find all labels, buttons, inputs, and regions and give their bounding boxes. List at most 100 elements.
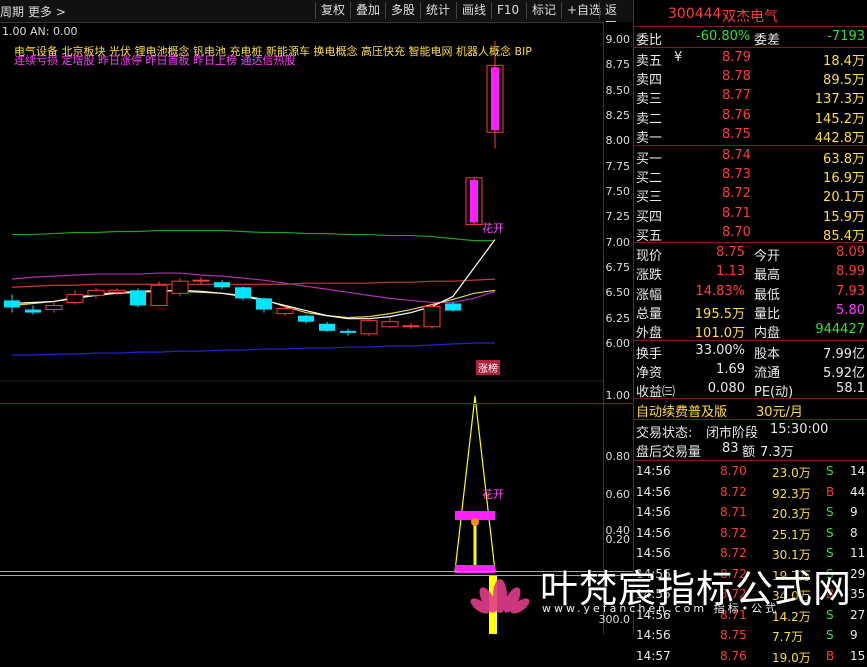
- bid-price: 8.74: [722, 148, 751, 163]
- volume-bar: [489, 575, 497, 634]
- candle-body: [381, 321, 399, 328]
- fuquan-button[interactable]: 复权: [315, 2, 350, 19]
- price-tick-label: 7.00: [605, 235, 631, 249]
- candle-body: [470, 179, 478, 223]
- trade-status: 闭市阶段: [706, 426, 759, 441]
- stats-button[interactable]: 统计: [420, 2, 455, 19]
- weibi-row: 委比 -60.80% 委差 -7193: [636, 29, 865, 48]
- trade-row: 14:56 8.72 25.1万 S 8: [634, 524, 867, 544]
- ask-label: 卖四: [636, 73, 663, 89]
- trade-side: S: [826, 505, 834, 519]
- promo-row[interactable]: 自动续费普及版 30元/月: [634, 400, 867, 420]
- ma-lower-line: [11, 278, 496, 288]
- kline-chart[interactable]: [0, 22, 603, 634]
- candle-body: [340, 330, 356, 333]
- stock-name: 双杰电气: [722, 9, 778, 25]
- stat-row: 涨跌 1.13 最高 8.99: [634, 263, 867, 284]
- trade-side: S: [826, 464, 834, 478]
- bid-price: 8.70: [722, 224, 751, 240]
- stat2-value-2: 7.99亿: [823, 347, 865, 362]
- f10-button[interactable]: F10: [491, 2, 524, 19]
- candle-body: [256, 298, 272, 310]
- candle-body: [423, 306, 441, 328]
- price-tick-label: 6.25: [605, 311, 631, 325]
- concepts-line-2: 连续亏损 定增股 昨日涨停 昨日首板 昨日上榜 通达信热股: [14, 54, 296, 67]
- trade-row: 14:56 8.71 14.2万 S 27: [634, 606, 867, 626]
- stat-row: 外盘 101.0万 内盘 944427: [634, 321, 867, 342]
- indicator-tick-label: 0.60: [605, 488, 631, 501]
- price-tick-label: 8.00: [605, 134, 631, 148]
- trade-row: 14:56 8.72 34.0万 B 35: [634, 585, 867, 605]
- stat2-label: 净资: [636, 366, 663, 382]
- indicator-tick-label: 300.0: [598, 613, 631, 626]
- trade-volume: 19.0万: [772, 650, 811, 665]
- stat2-value: 33.00%: [695, 343, 745, 358]
- stat2-value: 1.69: [716, 362, 745, 378]
- bid-label: 买三: [636, 190, 663, 206]
- bid-row: 买一 8.74 63.8万: [634, 147, 867, 167]
- ask-price: 8.75: [722, 126, 751, 142]
- price-tick-label: 9.00: [605, 33, 631, 46]
- trade-price: 8.72: [720, 484, 747, 499]
- price-chart-layer: [0, 41, 603, 382]
- bid-volume: 63.8万: [823, 152, 865, 167]
- trade-count: 44: [850, 484, 866, 499]
- bid-volume: 15.9万: [823, 209, 865, 225]
- trade-row: 14:56 8.75 7.7万 S 9: [634, 626, 867, 646]
- trade-time: 14:56: [636, 628, 671, 642]
- candle-body: [108, 289, 126, 293]
- candle-body: [45, 304, 63, 311]
- bid-label: 买五: [636, 228, 663, 244]
- stat2-row: 净资 1.69 流通 5.92亿: [634, 361, 867, 382]
- trade-price: 8.75: [720, 628, 747, 642]
- bid-row: 买四 8.71 15.9万: [634, 205, 867, 225]
- overlay-button[interactable]: 叠加: [350, 2, 385, 19]
- ask-label: 卖三: [636, 92, 663, 108]
- stat-label-2: 最低: [754, 287, 781, 303]
- stat-value-2: 5.80: [836, 302, 865, 318]
- candle-body: [150, 284, 168, 306]
- bid-label: 买四: [636, 209, 663, 225]
- trade-side: S: [826, 525, 834, 540]
- ask-row: 卖四 8.78 89.5万: [634, 68, 867, 89]
- multi-stock-button[interactable]: 多股: [385, 2, 420, 19]
- candle-body: [25, 309, 41, 313]
- after-hours-amt: 7.3万: [760, 445, 794, 460]
- top-toolbar: 周期 更多 > 复权 叠加 多股 统计 画线 F10 标记 +自选 返回: [0, 0, 633, 34]
- trade-volume: 25.1万: [772, 527, 811, 542]
- candle-body: [235, 287, 251, 299]
- price-tick-label: 6.00: [605, 337, 631, 350]
- trade-count: 8: [850, 525, 858, 540]
- trade-volume: 30.1万: [772, 548, 811, 562]
- stat-value-2: 8.99: [836, 264, 865, 280]
- stat-label: 现价: [636, 249, 663, 264]
- promo-price[interactable]: 30元/月: [756, 401, 803, 420]
- stock-code: 300444: [668, 6, 722, 22]
- candle-body: [298, 315, 314, 322]
- stat2-label-2: 流通: [754, 366, 781, 382]
- price-tick-label: 6.75: [605, 261, 631, 274]
- stat-label-2: 最高: [754, 268, 781, 284]
- stock-header: 300444 双杰电气: [634, 5, 867, 25]
- stat-value-2: 944427: [815, 322, 865, 338]
- stat2-label-2: 股本: [754, 347, 781, 362]
- promo-text[interactable]: 自动续费普及版: [636, 401, 727, 420]
- period-label[interactable]: 周期: [0, 3, 24, 20]
- ma-blue-line: [12, 342, 495, 356]
- stat2-value-2: 5.92亿: [823, 366, 865, 382]
- ask-price: 8.79: [722, 50, 751, 65]
- trade-time: 14:56: [636, 464, 671, 478]
- ask-row: 卖二 8.76 145.2万: [634, 107, 867, 127]
- stat-label-2: 内盘: [754, 326, 781, 342]
- mark-button[interactable]: 标记: [526, 2, 561, 19]
- trade-row: 14:56 8.71 20.3万 S 9: [634, 503, 867, 523]
- draw-line-button[interactable]: 画线: [456, 2, 491, 19]
- back-button[interactable]: 返回: [599, 2, 633, 34]
- bid-label: 买二: [636, 171, 663, 187]
- weicha-value: -7193: [827, 29, 865, 44]
- trade-volume: 23.0万: [772, 466, 811, 480]
- more-menu[interactable]: 更多 >: [28, 3, 66, 20]
- chart-divider: [0, 403, 633, 404]
- quote-panel: 300444 双杰电气 委比 -60.80% 委差 -7193 卖五 ¥8.79 1…: [633, 0, 867, 665]
- trade-side: S: [826, 566, 834, 581]
